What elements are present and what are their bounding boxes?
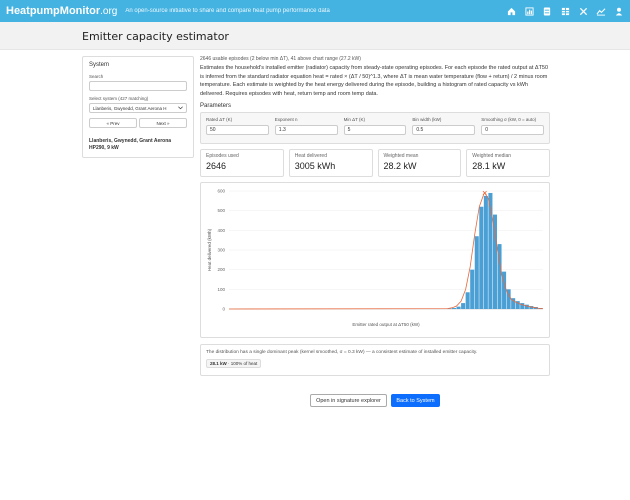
peak-badge: 28.1 kW · 100% of heat [206, 359, 262, 368]
search-input[interactable] [89, 81, 187, 91]
site-logo[interactable]: HeatpumpMonitor .org [6, 5, 117, 17]
param-label: Rated ΔT (K) [206, 117, 233, 122]
card-label: Weighted median [472, 153, 512, 159]
peak-marker [482, 190, 487, 196]
top-navbar: HeatpumpMonitor .org An open-source initi… [0, 0, 630, 22]
system-select[interactable]: Llanberis, Gwynedd, Grant Aerona H [89, 103, 187, 113]
select-system-label: Select system (427 matching) [89, 96, 149, 101]
peak-value: 28.1 kW [210, 361, 227, 366]
histogram-bar [492, 214, 497, 309]
brand-main: HeatpumpMonitor [6, 5, 101, 17]
parameters-heading: Parameters [200, 103, 232, 109]
site-tagline: An open-source initiative to share and c… [125, 8, 330, 14]
histogram-bar [474, 236, 479, 309]
line-chart-icon[interactable] [596, 6, 606, 16]
histogram-panel: 0 100 200 300 400 500 600 Emitter rated output … [200, 182, 550, 338]
y-axis-label: Heat delivered (kWh) [207, 228, 212, 271]
search-label: Search [89, 74, 104, 79]
distribution-note: The distribution has a single dominant p… [206, 350, 478, 355]
card-label: Heat delivered [294, 153, 327, 159]
weighted-median-card: Weighted median 28.1 kW [466, 149, 550, 177]
histogram-bar [451, 308, 457, 309]
y-tick-label: 400 [217, 228, 225, 233]
system-panel: System Search Select system (427 matchin… [82, 56, 194, 158]
min-dt-input[interactable]: 5 [343, 125, 407, 135]
peak-share: · 100% of heat [226, 361, 258, 366]
card-label: Episodes used [206, 153, 239, 159]
card-label: Weighted mean [383, 153, 419, 159]
param-label: Min ΔT (K) [343, 117, 366, 122]
param-label: Exponent n [274, 117, 298, 122]
prev-button[interactable]: « Prev [89, 118, 137, 128]
server-icon[interactable] [542, 6, 552, 16]
brand-org: .org [100, 6, 118, 17]
table-icon[interactable] [560, 6, 570, 16]
selected-system-name: Llanberis, Gwynedd, Grant Aerona HP290, … [89, 138, 172, 151]
parameters-panel: Rated ΔT (K) 50 Exponent n 1.3 Min ΔT (K) 5… [200, 112, 550, 144]
y-tick-label: 200 [217, 267, 225, 272]
back-to-system-button[interactable]: Back to System [391, 394, 440, 407]
histogram-bar [479, 206, 484, 309]
tools-icon[interactable] [578, 6, 588, 16]
bar-chart-icon[interactable] [524, 6, 534, 16]
y-tick-label: 600 [217, 189, 225, 194]
chevron-down-icon [178, 106, 183, 111]
heat-delivered-card: Heat delivered 3005 kWh [288, 149, 373, 177]
y-tick-label: 0 [222, 307, 225, 312]
next-button[interactable]: Next » [139, 118, 187, 128]
histogram-bar [456, 306, 461, 309]
home-icon[interactable] [506, 6, 516, 16]
y-tick-label: 500 [217, 208, 225, 213]
histogram-bar [465, 292, 470, 309]
bin-width-input[interactable]: 0.5 [412, 125, 476, 135]
exponent-input[interactable]: 1.3 [274, 125, 338, 135]
weighted-mean-card: Weighted mean 28.2 kW [377, 149, 462, 177]
capacity-histogram: 0 100 200 300 400 500 600 Emitter rated output … [207, 189, 544, 327]
page-title: Emitter capacity estimator [82, 30, 229, 43]
histogram-bar [470, 269, 475, 309]
param-label: Smoothing σ (kW, 0 = auto) [481, 117, 537, 122]
y-tick-label: 300 [217, 248, 225, 253]
episodes-used-card: Episodes used 2646 [200, 149, 284, 177]
histogram-bar [483, 195, 488, 309]
main-content: 2646 usable episodes (2 below min ΔT), 4… [200, 56, 550, 376]
card-value: 28.1 kW [472, 161, 506, 171]
user-icon[interactable] [614, 6, 624, 16]
card-value: 3005 kWh [294, 161, 336, 171]
system-panel-heading: System [89, 62, 110, 68]
distribution-note-panel: The distribution has a single dominant p… [200, 344, 550, 376]
system-select-value: Llanberis, Gwynedd, Grant Aerona H [93, 105, 167, 111]
page-header: Emitter capacity estimator [0, 22, 630, 50]
card-value: 2646 [206, 161, 227, 171]
rated-dt-input[interactable]: 50 [206, 125, 269, 135]
episodes-summary: 2646 usable episodes (2 below min ΔT), 4… [200, 56, 361, 62]
histogram-bar [461, 303, 466, 309]
y-tick-label: 100 [217, 287, 225, 292]
param-label: Bin width (kW) [412, 117, 442, 122]
summary-cards: Episodes used 2646 Heat delivered 3005 kWh… [200, 149, 550, 177]
x-axis-label: Emitter rated output at ΔT50 (kW) [352, 322, 420, 327]
smoothing-input[interactable]: 0 [481, 125, 544, 135]
card-value: 28.2 kW [383, 161, 417, 171]
description-text: Estimates the household's installed emit… [200, 65, 549, 97]
open-signature-explorer-button[interactable]: Open in signature explorer [310, 394, 387, 407]
